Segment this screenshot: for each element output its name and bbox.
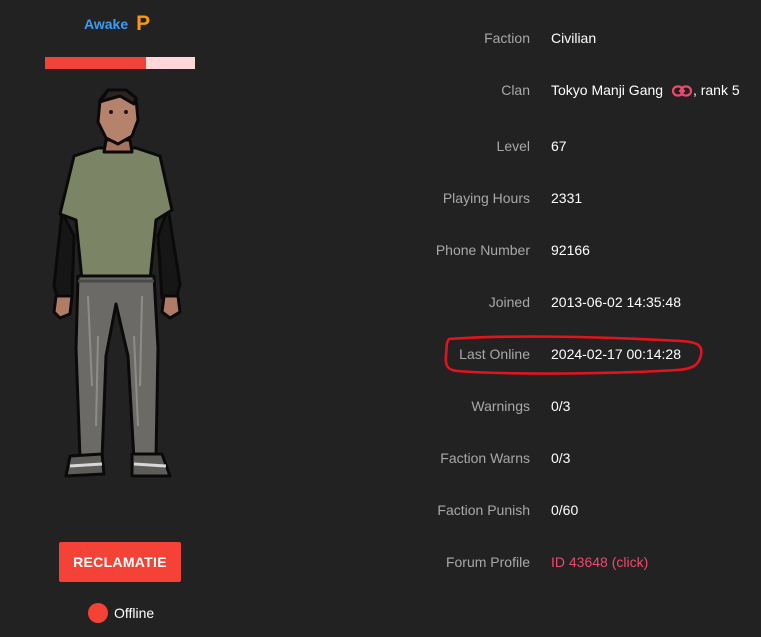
info-row-faction-warns: Faction Warns 0/3 — [300, 448, 760, 468]
forum-profile-value: ID 43648 (click) — [551, 552, 648, 572]
clan-name: Tokyo Manji Gang — [551, 82, 664, 98]
faction-punish-value: 0/60 — [551, 502, 579, 518]
playing-hours-label: Playing Hours — [442, 190, 530, 206]
health-bar-fill — [45, 57, 146, 69]
health-bar — [45, 57, 195, 69]
player-profile: Awake P RECLAMATIE Offline Faction Civil… — [0, 0, 761, 637]
user-header: Awake P — [84, 12, 151, 35]
warnings-value: 0/3 — [551, 398, 571, 414]
faction-value: Civilian — [551, 30, 597, 46]
info-row-forum-profile: Forum Profile ID 43648 (click) — [300, 552, 760, 572]
clan-value: Tokyo Manji Gang , rank 5 — [551, 80, 740, 100]
info-row-faction-punish: Faction Punish 0/60 — [300, 500, 760, 520]
info-row-clan: Clan Tokyo Manji Gang , rank 5 — [300, 80, 760, 100]
username-link[interactable]: Awake — [84, 16, 128, 32]
playing-hours-value: 2331 — [551, 190, 583, 206]
status-label: Offline — [114, 605, 155, 621]
info-row-playing-hours: Playing Hours 2331 — [300, 188, 760, 208]
info-row-last-online: Last Online 2024-02-17 00:14:28 — [300, 344, 760, 364]
reclamatie-button[interactable]: RECLAMATIE — [59, 542, 181, 582]
info-row-phone-number: Phone Number 92166 — [300, 240, 760, 260]
joined-label: Joined — [488, 294, 530, 310]
faction-warns-label: Faction Warns — [440, 450, 530, 466]
faction-warns-value: 0/3 — [551, 450, 571, 466]
level-label: Level — [496, 138, 530, 154]
last-online-label: Last Online — [459, 346, 530, 362]
clan-label: Clan — [501, 82, 530, 98]
forum-profile-link[interactable]: ID 43648 (click) — [551, 554, 648, 570]
info-row-faction: Faction Civilian — [300, 28, 760, 48]
level-value: 67 — [551, 138, 567, 154]
joined-value: 2013-06-02 14:35:48 — [551, 294, 681, 310]
faction-punish-label: Faction Punish — [437, 502, 530, 518]
forum-profile-label: Forum Profile — [445, 554, 530, 570]
clan-rank: , rank 5 — [692, 82, 740, 98]
online-status: Offline — [88, 603, 154, 623]
link-icon[interactable] — [671, 84, 692, 98]
info-row-warnings: Warnings 0/3 — [300, 396, 760, 416]
phone-number-label: Phone Number — [435, 242, 530, 258]
info-row-joined: Joined 2013-06-02 14:35:48 — [300, 292, 760, 312]
premium-badge: P — [136, 12, 151, 35]
warnings-label: Warnings — [471, 398, 530, 414]
info-row-level: Level 67 — [300, 136, 760, 156]
status-dot-icon — [88, 603, 108, 623]
phone-number-value: 92166 — [551, 242, 590, 258]
character-skin-image — [52, 88, 182, 478]
faction-label: Faction — [484, 30, 530, 46]
last-online-value: 2024-02-17 00:14:28 — [551, 346, 681, 362]
